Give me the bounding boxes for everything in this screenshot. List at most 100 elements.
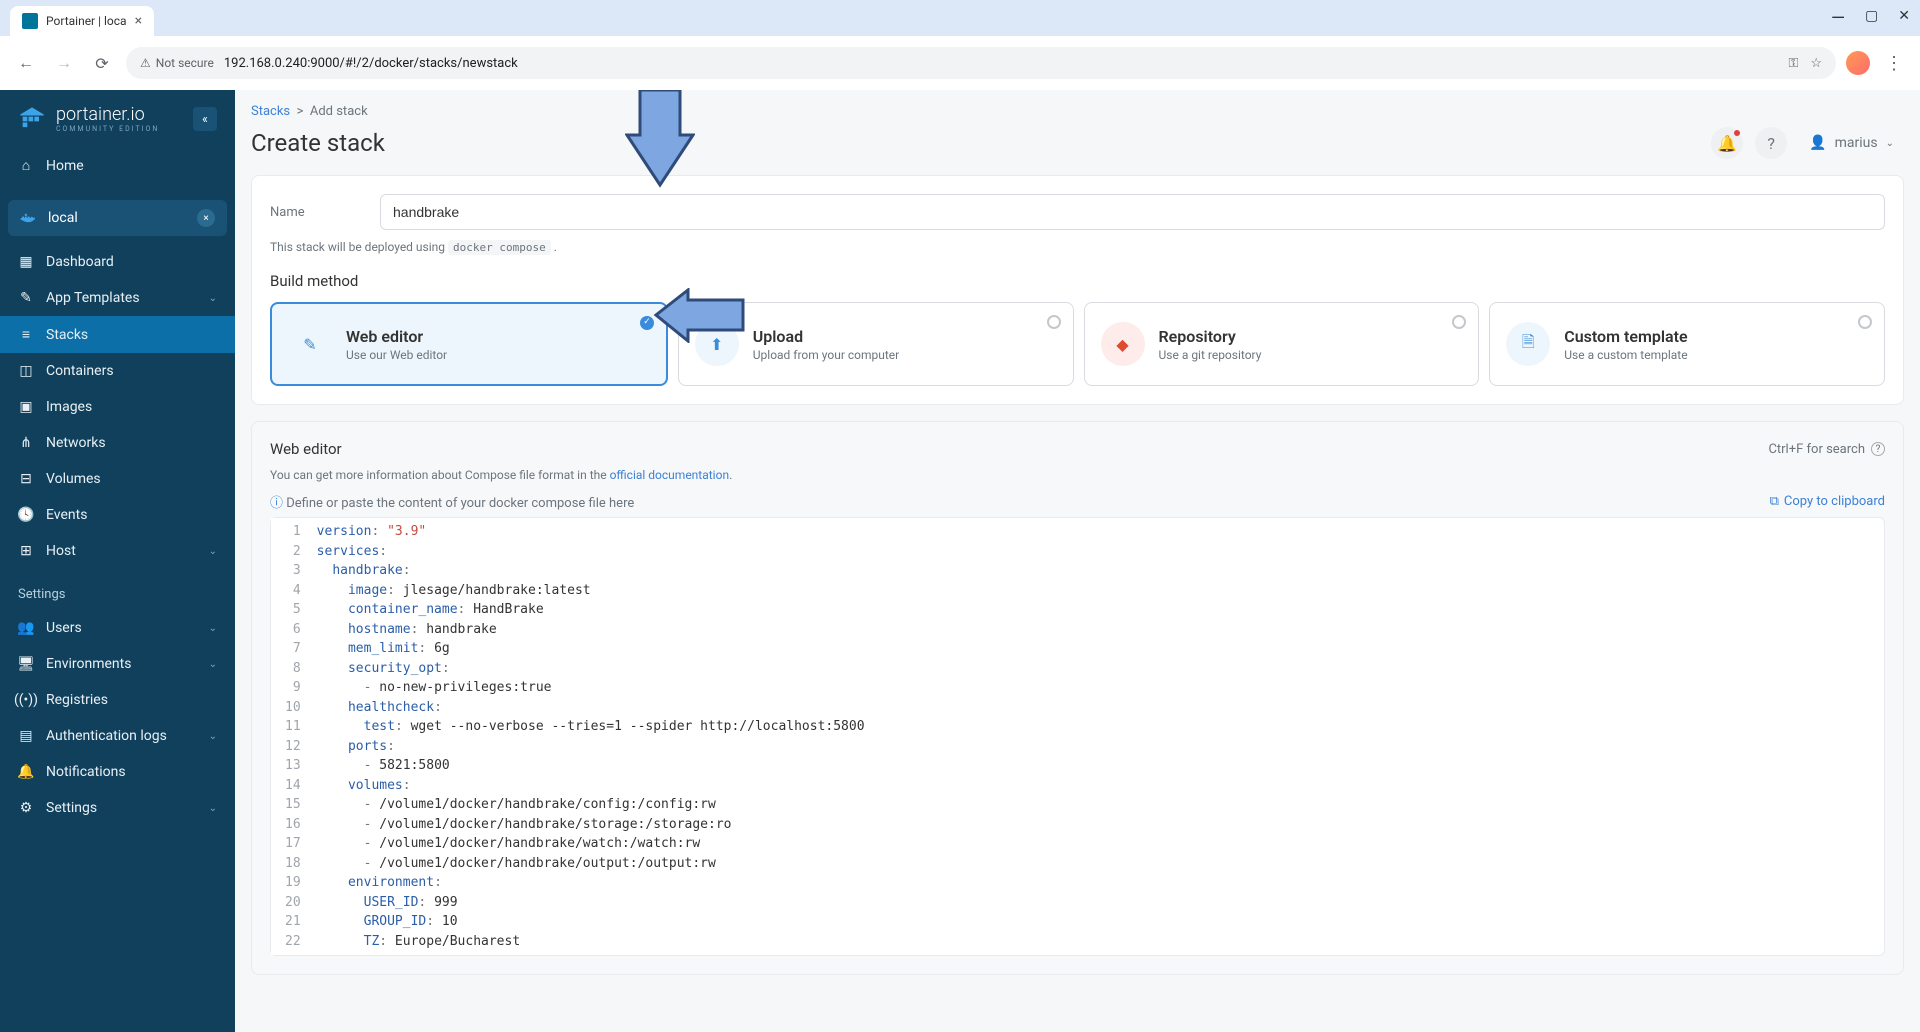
help-button[interactable]: ? bbox=[1755, 127, 1787, 159]
tab-close-button[interactable]: × bbox=[135, 13, 142, 29]
breadcrumb-parent[interactable]: Stacks bbox=[251, 104, 290, 119]
sidebar-item-app-templates[interactable]: ✎ App Templates ⌄ bbox=[0, 280, 235, 316]
auth-icon: ▤ bbox=[18, 728, 34, 744]
main-content: Stacks > Add stack Create stack 🔔 ? 👤 ma… bbox=[235, 90, 1920, 1032]
containers-icon: ◫ bbox=[18, 363, 34, 379]
home-icon: ⌂ bbox=[18, 157, 34, 174]
help-icon: ? bbox=[1767, 134, 1775, 153]
code-editor[interactable]: 12345678910111213141516171819202122 vers… bbox=[270, 517, 1885, 956]
warning-icon: ⚠ bbox=[140, 56, 151, 70]
radio-indicator bbox=[1047, 315, 1061, 329]
sidebar-item-stacks[interactable]: ≡ Stacks bbox=[0, 316, 235, 353]
minimize-button[interactable]: — bbox=[1831, 8, 1845, 29]
browser-chrome: — ▢ ✕ Portainer | loca × ← → ⟳ ⚠ Not sec… bbox=[0, 0, 1920, 90]
images-icon: ▣ bbox=[18, 399, 34, 415]
window-controls: — ▢ ✕ bbox=[1831, 8, 1910, 29]
chevron-down-icon: ⌄ bbox=[209, 659, 217, 670]
sidebar-item-settings[interactable]: ⚙ Settings ⌄ bbox=[0, 790, 235, 826]
sidebar-settings-label: Settings bbox=[0, 569, 235, 610]
bookmark-star-icon[interactable]: ☆ bbox=[1810, 56, 1822, 71]
build-method-repository[interactable]: ◆ Repository Use a git repository bbox=[1084, 302, 1480, 386]
profile-avatar[interactable] bbox=[1846, 51, 1870, 75]
maximize-button[interactable]: ▢ bbox=[1865, 8, 1878, 29]
help-circle-icon: ? bbox=[1871, 442, 1885, 456]
sidebar-item-images[interactable]: ▣ Images bbox=[0, 389, 235, 425]
chevron-down-icon: ⌄ bbox=[209, 623, 217, 634]
security-indicator[interactable]: ⚠ Not secure bbox=[140, 56, 214, 70]
sidebar-item-events[interactable]: 🕓 Events bbox=[0, 497, 235, 533]
deploy-hint: This stack will be deployed using docker… bbox=[270, 240, 1885, 254]
sidebar-item-networks[interactable]: ⋔ Networks bbox=[0, 425, 235, 461]
environment-name: local bbox=[48, 210, 78, 226]
portainer-favicon bbox=[22, 13, 38, 29]
sidebar-item-home[interactable]: ⌂ Home bbox=[0, 147, 235, 184]
info-icon: ⓘ bbox=[270, 496, 283, 511]
notifications-button[interactable]: 🔔 bbox=[1711, 127, 1743, 159]
portainer-logo[interactable]: portainer.io COMMUNITY EDITION bbox=[18, 104, 159, 133]
stack-form-panel: Name This stack will be deployed using d… bbox=[251, 175, 1904, 405]
portainer-icon bbox=[18, 105, 46, 133]
method-icon: ⬆ bbox=[695, 322, 739, 366]
template-icon: ✎ bbox=[18, 290, 34, 306]
stacks-icon: ≡ bbox=[18, 326, 34, 343]
sidebar-collapse-button[interactable]: « bbox=[193, 107, 217, 131]
environment-close-button[interactable]: × bbox=[197, 209, 215, 227]
user-icon: 👤 bbox=[1809, 135, 1826, 151]
sidebar-item-users[interactable]: 👥 Users ⌄ bbox=[0, 610, 235, 646]
sidebar-item-registries[interactable]: ((•)) Registries bbox=[0, 682, 235, 718]
forward-button[interactable]: → bbox=[50, 49, 78, 77]
sidebar-item-environments[interactable]: 🖥 Environments ⌄ bbox=[0, 646, 235, 682]
editor-info: You can get more information about Compo… bbox=[270, 468, 1885, 482]
sidebar-item-volumes[interactable]: ⊟ Volumes bbox=[0, 461, 235, 497]
notif-icon: 🔔 bbox=[18, 764, 34, 780]
close-window-button[interactable]: ✕ bbox=[1898, 8, 1910, 29]
build-method-custom-template[interactable]: 🗎 Custom template Use a custom template bbox=[1489, 302, 1885, 386]
breadcrumb: Stacks > Add stack bbox=[235, 90, 1920, 119]
name-label: Name bbox=[270, 205, 360, 220]
build-method-upload[interactable]: ⬆ Upload Upload from your computer bbox=[678, 302, 1074, 386]
password-key-icon[interactable]: ⚿ bbox=[1788, 56, 1798, 71]
back-button[interactable]: ← bbox=[12, 49, 40, 77]
reload-button[interactable]: ⟳ bbox=[88, 49, 116, 77]
registries-icon: ((•)) bbox=[18, 692, 34, 708]
browser-tab[interactable]: Portainer | loca × bbox=[10, 6, 154, 36]
copy-icon: ⧉ bbox=[1770, 494, 1779, 509]
address-bar[interactable]: ⚠ Not secure 192.168.0.240:9000/#!/2/doc… bbox=[126, 47, 1836, 79]
method-icon: ◆ bbox=[1101, 322, 1145, 366]
copy-to-clipboard-button[interactable]: ⧉ Copy to clipboard bbox=[1770, 494, 1885, 509]
users-icon: 👥 bbox=[18, 620, 34, 636]
host-icon: ⊞ bbox=[18, 543, 34, 559]
sidebar-item-dashboard[interactable]: ▦ Dashboard bbox=[0, 244, 235, 280]
browser-menu-button[interactable]: ⋮ bbox=[1880, 49, 1908, 77]
sidebar-item-host[interactable]: ⊞ Host ⌄ bbox=[0, 533, 235, 569]
chevron-down-icon: ⌄ bbox=[209, 293, 217, 304]
sidebar-item-containers[interactable]: ◫ Containers bbox=[0, 353, 235, 389]
dashboard-icon: ▦ bbox=[18, 254, 34, 270]
networks-icon: ⋔ bbox=[18, 435, 34, 451]
sidebar: portainer.io COMMUNITY EDITION « ⌂ Home … bbox=[0, 90, 235, 1032]
chevron-down-icon: ⌄ bbox=[209, 803, 217, 814]
breadcrumb-current: Add stack bbox=[310, 104, 368, 119]
user-menu-button[interactable]: 👤 marius ⌄ bbox=[1799, 130, 1904, 156]
editor-title: Web editor bbox=[270, 440, 342, 458]
web-editor-panel: Web editor Ctrl+F for search ? You can g… bbox=[251, 421, 1904, 975]
env-icon: 🖥 bbox=[18, 656, 34, 672]
url-text: 192.168.0.240:9000/#!/2/docker/stacks/ne… bbox=[224, 56, 518, 71]
sidebar-item-notifications[interactable]: 🔔 Notifications bbox=[0, 754, 235, 790]
page-title: Create stack bbox=[251, 129, 385, 157]
build-method-web-editor[interactable]: ✎ Web editor Use our Web editor bbox=[270, 302, 668, 386]
environment-header[interactable]: local × bbox=[8, 200, 227, 236]
method-icon: 🗎 bbox=[1506, 322, 1550, 366]
volumes-icon: ⊟ bbox=[18, 471, 34, 487]
radio-indicator bbox=[640, 316, 654, 330]
search-hint: Ctrl+F for search ? bbox=[1768, 442, 1885, 457]
tab-title: Portainer | loca bbox=[46, 14, 127, 28]
method-icon: ✎ bbox=[288, 322, 332, 366]
stack-name-input[interactable] bbox=[380, 194, 1885, 230]
sidebar-item-authentication-logs[interactable]: ▤ Authentication logs ⌄ bbox=[0, 718, 235, 754]
chevron-down-icon: ⌄ bbox=[1886, 138, 1894, 149]
bell-icon: 🔔 bbox=[1717, 134, 1737, 153]
official-docs-link[interactable]: official documentation bbox=[610, 468, 730, 482]
settings-icon: ⚙ bbox=[18, 800, 34, 816]
docker-whale-icon bbox=[20, 211, 38, 225]
